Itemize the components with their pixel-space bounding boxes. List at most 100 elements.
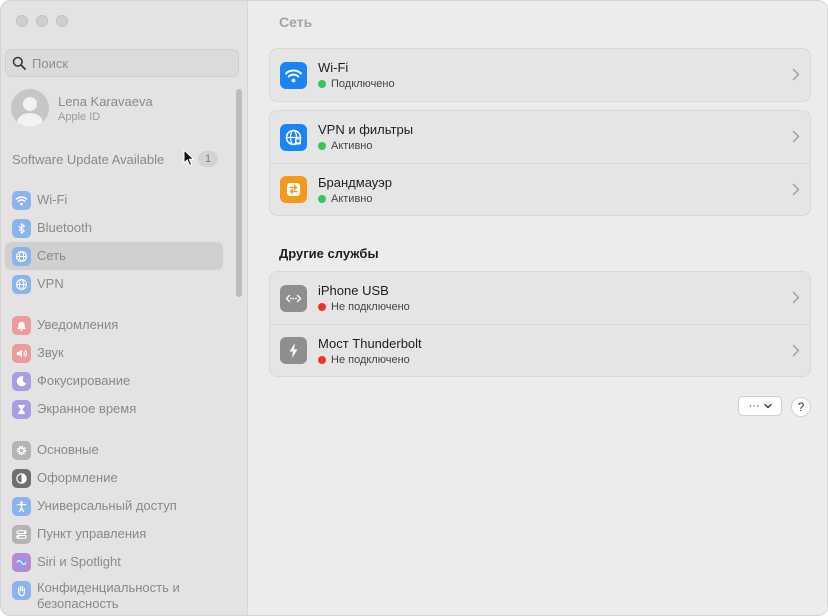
sidebar-scrollbar[interactable] [236,89,242,297]
moon-icon [12,371,31,391]
search-icon [12,56,26,70]
sidebar-item-focus[interactable]: Фокусирование [5,367,223,395]
sidebar: Lena Karavaeva Apple ID Software Update … [1,1,248,615]
chevron-right-icon [792,130,800,143]
sidebar-item-privacy-security[interactable]: Конфиденциальность и безопасность [5,580,223,614]
sidebar-item-bluetooth[interactable]: Bluetooth [5,214,223,242]
appearance-icon [12,468,31,488]
chevron-right-icon [792,68,800,81]
help-button[interactable]: ? [791,397,811,417]
mouse-pointer-icon [183,149,195,167]
zoom-window-button[interactable] [56,15,68,27]
sidebar-item-label: Siri и Spotlight [37,554,121,569]
sidebar-item-general[interactable]: Основные [5,436,223,464]
siri-icon [12,552,31,572]
status-dot-connected [318,80,326,88]
status-dot-active [318,194,326,203]
sidebar-item-label: Конфиденциальность и безопасность [37,580,180,611]
sidebar-item-control-center[interactable]: Пункт управления [5,520,223,548]
sidebar-item-label: Оформление [37,470,118,485]
network-row-iphone-usb[interactable]: iPhone USB Не подключено [270,272,810,324]
status-dot-active [318,142,326,150]
sidebar-item-siri-spotlight[interactable]: Siri и Spotlight [5,548,223,576]
search-input[interactable] [32,55,222,71]
software-update-label: Software Update Available [12,151,165,167]
sidebar-item-accessibility[interactable]: Универсальный доступ [5,492,223,520]
network-status-text: Не подключено [331,301,410,313]
status-dot-disconnected [318,355,326,364]
globe-icon [12,246,31,266]
more-actions-button[interactable]: ··· [738,396,782,416]
sidebar-item-label: Универсальный доступ [37,498,177,513]
sidebar-item-label: VPN [37,276,64,291]
network-row-firewall[interactable]: Брандмауэр Активно [270,163,810,215]
network-status: Не подключено [318,354,422,366]
network-title: iPhone USB [318,283,389,298]
network-group-security: VPN и фильтры Активно Брандмауэр Активно [269,110,811,216]
network-title: VPN и фильтры [318,122,414,137]
vpn-globe-icon [12,274,31,294]
window-controls [16,15,68,27]
network-row-thunderbolt-bridge[interactable]: Мост Thunderbolt Не подключено [270,324,810,376]
usb-arrows-icon [280,284,307,312]
sidebar-item-screen-time[interactable]: Экранное время [5,395,223,423]
search-field[interactable] [5,49,239,77]
control-center-icon [12,524,31,544]
sidebar-item-network[interactable]: Сеть [5,242,223,270]
network-row-vpn-filters[interactable]: VPN и фильтры Активно [270,111,810,163]
close-window-button[interactable] [16,15,28,27]
main-pane: Сеть Wi-Fi Подключено VPN и фильтры Акти… [249,1,827,615]
thunderbolt-icon [280,337,307,364]
sidebar-item-label: Звук [37,345,64,360]
software-update-badge: 1 [198,151,218,167]
sidebar-item-label: Сеть [37,248,66,263]
sidebar-item-label: Уведомления [37,317,119,332]
wifi-icon [12,190,31,210]
apple-id-account[interactable]: Lena Karavaeva Apple ID [11,89,153,127]
firewall-icon [280,176,307,203]
sidebar-item-appearance[interactable]: Оформление [5,464,223,492]
settings-window: Lena Karavaeva Apple ID Software Update … [0,0,828,616]
help-label: ? [797,400,805,414]
chevron-right-icon [792,291,800,304]
network-title: Брандмауэр [318,174,392,190]
hand-icon [12,581,31,600]
network-title: Wi-Fi [318,60,349,75]
account-subtitle: Apple ID [58,110,101,123]
other-services-heading: Другие службы [279,246,379,261]
accessibility-icon [12,496,31,516]
network-status-text: Активно [331,192,373,205]
vpn-globe-icon [280,123,307,151]
wifi-icon [280,61,307,89]
speaker-icon [12,343,31,363]
bluetooth-icon [12,218,31,238]
sidebar-item-label: Пункт управления [37,526,147,541]
chevron-right-icon [792,183,800,196]
status-dot-disconnected [318,303,326,311]
network-status-text: Активно [331,140,373,152]
network-title: Мост Thunderbolt [318,335,422,351]
network-status-text: Подключено [331,78,395,90]
network-row-wifi[interactable]: Wi-Fi Подключено [270,49,810,101]
gear-icon [12,440,31,460]
network-group-wifi: Wi-Fi Подключено [269,48,811,102]
sidebar-item-label: Основные [37,442,99,457]
bell-icon [12,315,31,335]
hourglass-icon [12,399,31,419]
network-status: Активно [318,193,392,205]
page-title: Сеть [279,14,313,30]
chevron-right-icon [792,344,800,357]
network-status: Подключено [318,78,395,90]
network-status-text: Не подключено [331,353,410,366]
sidebar-item-wifi[interactable]: Wi-Fi [5,186,223,214]
account-name: Lena Karavaeva [58,93,153,109]
sidebar-item-label: Фокусирование [37,373,131,388]
sidebar-item-label: Экранное время [37,401,137,416]
network-group-other-services: iPhone USB Не подключено Мост Thunderbol… [269,271,811,377]
minimize-window-button[interactable] [36,15,48,27]
sidebar-item-label: Bluetooth [37,220,92,235]
sidebar-item-notifications[interactable]: Уведомления [5,311,223,339]
sidebar-item-sound[interactable]: Звук [5,339,223,367]
chevron-down-icon [763,403,772,409]
sidebar-item-vpn[interactable]: VPN [5,270,223,298]
